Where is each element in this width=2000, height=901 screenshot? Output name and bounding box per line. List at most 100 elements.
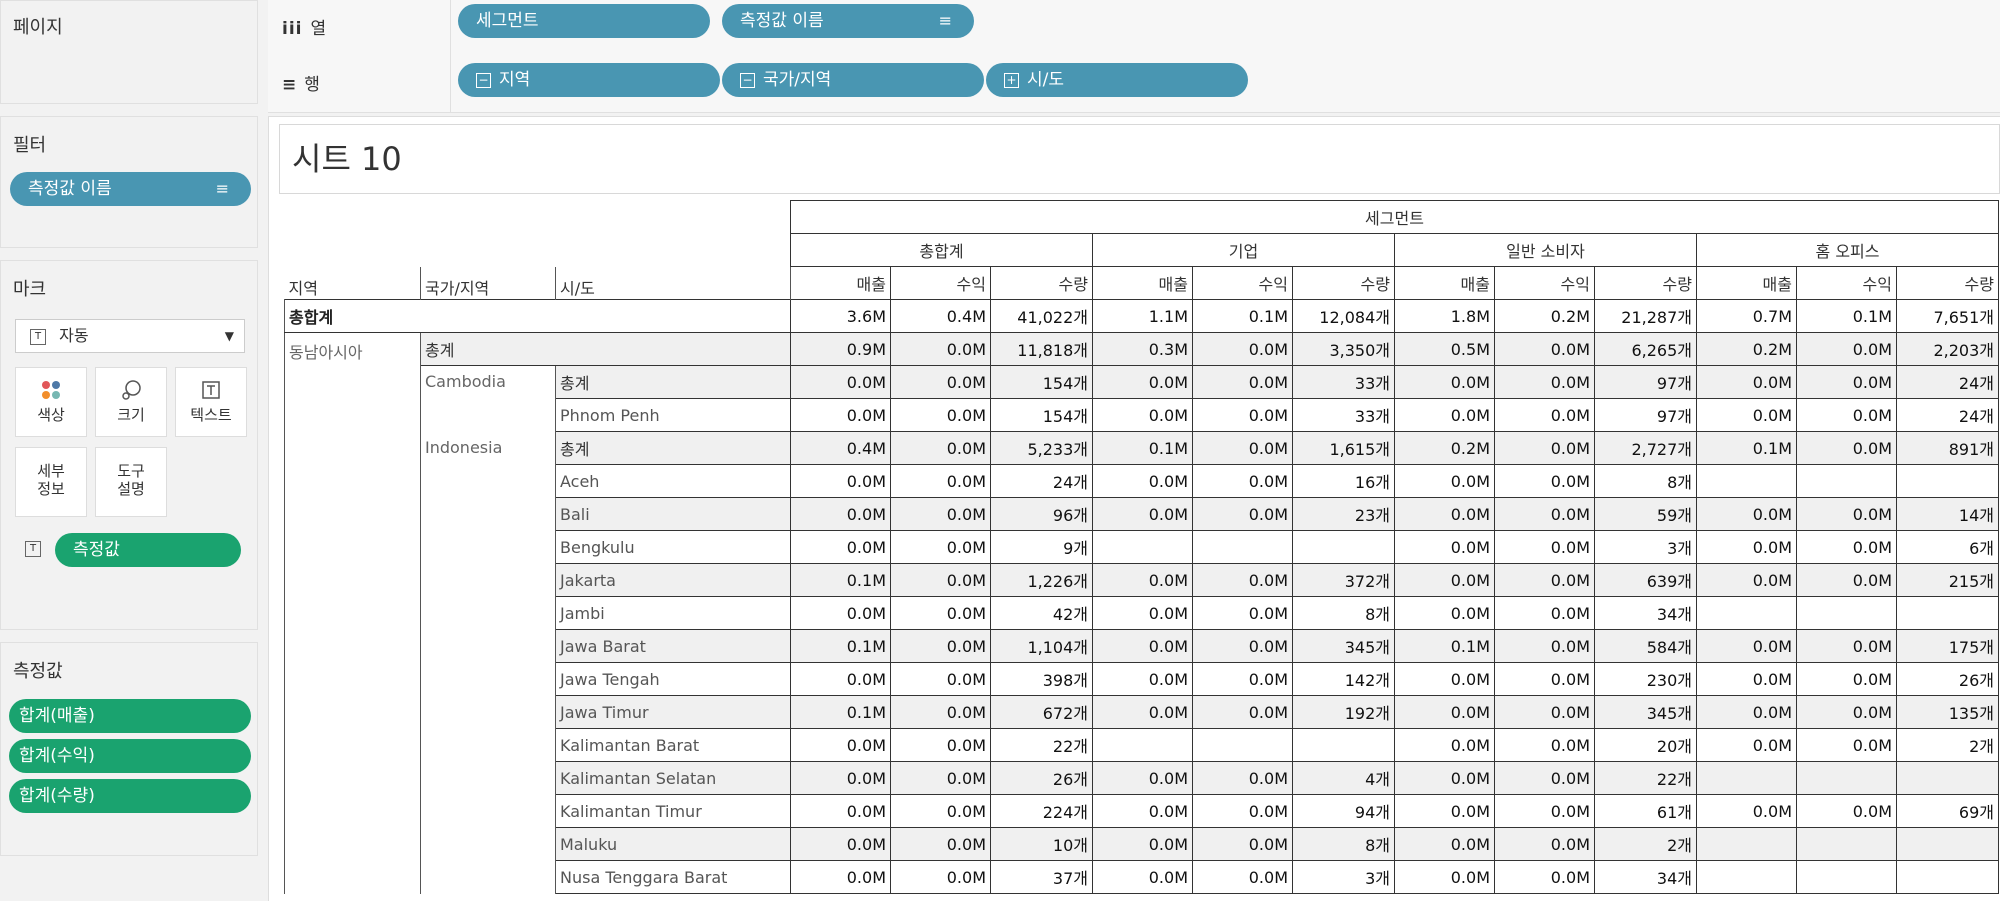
state-label[interactable]: Kalimantan Selatan <box>555 761 791 795</box>
row-pill-region[interactable]: − 지역 <box>458 63 720 97</box>
value-cell[interactable]: 0.0M <box>1394 563 1495 597</box>
value-cell[interactable]: 1,226개 <box>990 563 1093 597</box>
grand-total-label[interactable]: 총합계 <box>284 299 791 333</box>
value-cell[interactable]: 0.0M <box>890 398 991 432</box>
state-label[interactable]: Bali <box>555 497 791 531</box>
value-cell[interactable]: 224개 <box>990 794 1093 828</box>
value-cell[interactable] <box>1796 860 1897 894</box>
value-cell[interactable]: 0.0M <box>1696 794 1797 828</box>
state-label[interactable]: Jawa Timur <box>555 695 791 729</box>
value-cell[interactable]: 639개 <box>1594 563 1697 597</box>
country-cell-indonesia[interactable]: Indonesia <box>420 431 556 894</box>
value-cell[interactable]: 34개 <box>1594 596 1697 630</box>
value-cell[interactable]: 0.0M <box>890 530 991 564</box>
value-cell[interactable]: 0.0M <box>1494 332 1595 366</box>
value-cell[interactable]: 0.0M <box>1696 629 1797 663</box>
value-cell[interactable] <box>1192 728 1293 762</box>
value-cell[interactable]: 1,104개 <box>990 629 1093 663</box>
row-pill-country[interactable]: − 국가/지역 <box>722 63 984 97</box>
value-cell[interactable]: 97개 <box>1594 398 1697 432</box>
state-label[interactable]: Jambi <box>555 596 791 630</box>
value-cell[interactable]: 26개 <box>1896 662 1999 696</box>
value-cell[interactable]: 0.0M <box>790 860 891 894</box>
value-cell[interactable]: 0.7M <box>1696 299 1797 333</box>
value-cell[interactable]: 0.3M <box>1092 332 1193 366</box>
value-cell[interactable]: 0.0M <box>1192 827 1293 861</box>
value-cell[interactable]: 0.0M <box>1092 827 1193 861</box>
value-cell[interactable]: 0.1M <box>790 563 891 597</box>
value-cell[interactable]: 0.0M <box>1192 695 1293 729</box>
value-cell[interactable]: 0.0M <box>1394 794 1495 828</box>
value-cell[interactable]: 0.0M <box>790 464 891 498</box>
value-cell[interactable]: 0.0M <box>1494 860 1595 894</box>
value-cell[interactable] <box>1696 596 1797 630</box>
value-cell[interactable]: 22개 <box>990 728 1093 762</box>
value-cell[interactable]: 0.0M <box>1494 662 1595 696</box>
value-cell[interactable]: 4개 <box>1292 761 1395 795</box>
value-cell[interactable]: 0.0M <box>1192 398 1293 432</box>
group-header-consumer[interactable]: 일반 소비자 <box>1394 233 1697 267</box>
measure-pill-profit[interactable]: 합계(수익) <box>9 739 251 773</box>
value-cell[interactable]: 0.0M <box>1494 827 1595 861</box>
value-cell[interactable]: 0.0M <box>1796 332 1897 366</box>
value-cell[interactable]: 0.0M <box>1092 398 1193 432</box>
state-label[interactable]: Nusa Tenggara Barat <box>555 860 791 894</box>
mark-type-dropdown[interactable]: T 자동 ▼ <box>15 319 245 353</box>
value-cell[interactable]: 0.0M <box>1192 794 1293 828</box>
value-cell[interactable]: 0.0M <box>1494 728 1595 762</box>
value-cell[interactable]: 0.0M <box>1696 695 1797 729</box>
value-cell[interactable]: 0.0M <box>1696 398 1797 432</box>
value-cell[interactable]: 96개 <box>990 497 1093 531</box>
state-label[interactable]: Jakarta <box>555 563 791 597</box>
value-cell[interactable]: 175개 <box>1896 629 1999 663</box>
value-cell[interactable]: 0.0M <box>1394 662 1495 696</box>
value-cell[interactable]: 0.0M <box>1796 365 1897 399</box>
value-cell[interactable]: 0.0M <box>1796 728 1897 762</box>
value-cell[interactable]: 0.1M <box>1696 431 1797 465</box>
value-cell[interactable]: 10개 <box>990 827 1093 861</box>
state-label[interactable]: Maluku <box>555 827 791 861</box>
value-cell[interactable]: 0.0M <box>1192 662 1293 696</box>
value-cell[interactable]: 1.8M <box>1394 299 1495 333</box>
value-cell[interactable]: 59개 <box>1594 497 1697 531</box>
value-cell[interactable]: 215개 <box>1896 563 1999 597</box>
value-cell[interactable]: 891개 <box>1896 431 1999 465</box>
value-cell[interactable]: 0.0M <box>1796 497 1897 531</box>
collapse-icon[interactable]: − <box>740 72 755 88</box>
value-cell[interactable]: 0.0M <box>1394 530 1495 564</box>
value-cell[interactable]: 0.2M <box>1394 431 1495 465</box>
value-cell[interactable] <box>1696 860 1797 894</box>
rows-shelf[interactable]: ≡ 행 − 지역 − 국가/지역 + 시/도 <box>268 56 2000 113</box>
value-cell[interactable]: 0.0M <box>1494 794 1595 828</box>
group-header-corporate[interactable]: 기업 <box>1092 233 1395 267</box>
value-cell[interactable]: 0.0M <box>1092 497 1193 531</box>
value-cell[interactable]: 0.0M <box>1394 497 1495 531</box>
value-cell[interactable]: 0.0M <box>1494 431 1595 465</box>
value-cell[interactable]: 3개 <box>1292 860 1395 894</box>
value-cell[interactable]: 3,350개 <box>1292 332 1395 366</box>
value-cell[interactable]: 0.0M <box>1696 365 1797 399</box>
value-cell[interactable]: 154개 <box>990 365 1093 399</box>
value-cell[interactable]: 0.0M <box>1192 365 1293 399</box>
value-cell[interactable]: 0.2M <box>1494 299 1595 333</box>
value-cell[interactable]: 0.0M <box>890 728 991 762</box>
value-cell[interactable]: 42개 <box>990 596 1093 630</box>
column-pill-measure-names[interactable]: 측정값 이름 ≡ <box>722 4 974 38</box>
value-cell[interactable]: 3개 <box>1594 530 1697 564</box>
value-cell[interactable] <box>1292 728 1395 762</box>
value-cell[interactable]: 0.0M <box>1394 827 1495 861</box>
measure-header-sales[interactable]: 매출 <box>1696 266 1797 300</box>
value-cell[interactable]: 0.0M <box>1192 464 1293 498</box>
state-label[interactable]: Jawa Barat <box>555 629 791 663</box>
value-cell[interactable]: 672개 <box>990 695 1093 729</box>
dim-header-country[interactable]: 국가/지역 <box>420 266 556 300</box>
country-cell-cambodia[interactable]: Cambodia <box>420 365 556 432</box>
value-cell[interactable]: 0.0M <box>1696 728 1797 762</box>
value-cell[interactable]: 22개 <box>1594 761 1697 795</box>
value-cell[interactable]: 0.0M <box>790 530 891 564</box>
value-cell[interactable]: 11,818개 <box>990 332 1093 366</box>
column-pill-segment[interactable]: 세그먼트 <box>458 4 710 38</box>
value-cell[interactable] <box>1796 596 1897 630</box>
value-cell[interactable]: 0.0M <box>1394 596 1495 630</box>
value-cell[interactable]: 0.0M <box>790 827 891 861</box>
